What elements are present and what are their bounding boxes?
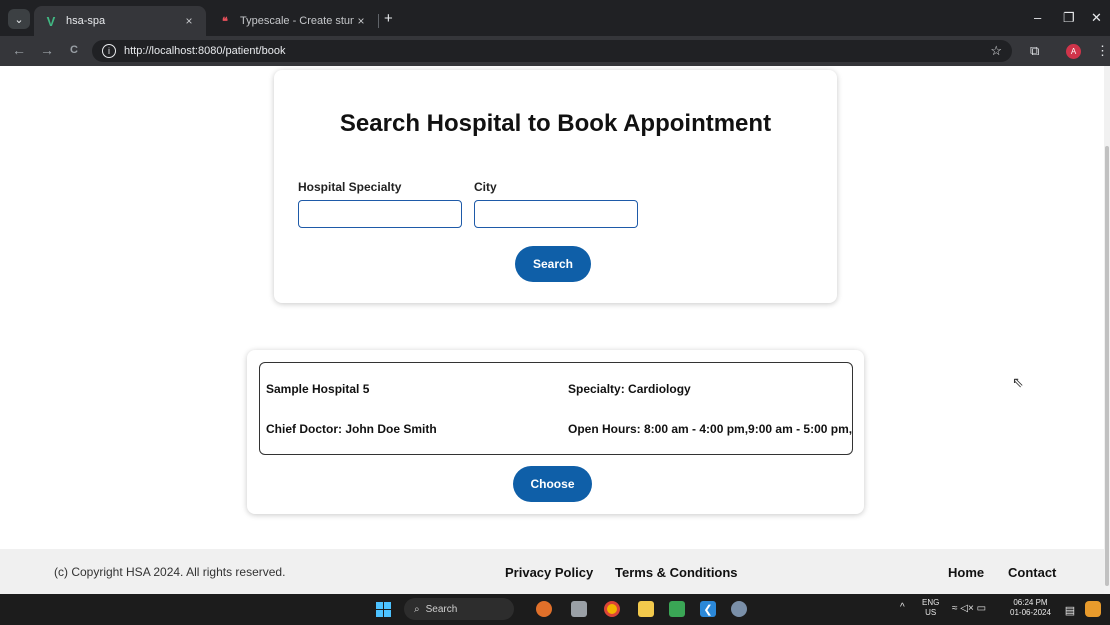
lang-bottom: US <box>925 608 937 617</box>
site-footer: (c) Copyright HSA 2024. All rights reser… <box>0 549 1104 594</box>
minimize-button[interactable]: – <box>1034 10 1041 25</box>
clock-time: 06:24 PM <box>1013 598 1048 607</box>
open-hours: Open Hours: 8:00 am - 4:00 pm,9:00 am - … <box>568 422 853 436</box>
hospital-specialty: Specialty: Cardiology <box>568 382 691 396</box>
forward-icon[interactable]: → <box>40 42 54 58</box>
widgets-icon[interactable] <box>536 601 552 617</box>
taskbar-search[interactable]: ⌕ Search <box>404 598 514 620</box>
specialty-label: Hospital Specialty <box>298 180 402 194</box>
browser-toolbar: ← → C i http://localhost:8080/patient/bo… <box>0 36 1110 66</box>
settings-gear-icon[interactable] <box>731 601 747 617</box>
chrome-icon[interactable] <box>604 601 620 617</box>
specialty-input[interactable] <box>298 200 462 228</box>
site-info-icon[interactable]: i <box>102 44 116 58</box>
clock[interactable]: 06:24 PM 01-06-2024 <box>1010 598 1051 618</box>
bookmark-star-icon[interactable]: ☆ <box>990 43 1002 59</box>
address-bar[interactable]: i http://localhost:8080/patient/book ☆ <box>92 40 1012 62</box>
restore-button[interactable]: ❐ <box>1063 10 1075 26</box>
hospital-name: Sample Hospital 5 <box>266 382 370 396</box>
tab-close-icon[interactable]: × <box>182 14 196 28</box>
back-icon[interactable]: ← <box>12 42 26 58</box>
city-input[interactable] <box>474 200 638 228</box>
lang-top: ENG <box>922 598 940 607</box>
vscode-icon[interactable]: ❮ <box>700 601 716 617</box>
wifi-volume-battery-icon[interactable]: ≈ ◁× ▭ <box>952 603 986 614</box>
chief-doctor: Chief Doctor: John Doe Smith <box>266 422 437 436</box>
search-button[interactable]: Search <box>515 246 591 282</box>
home-link[interactable]: Home <box>948 565 984 580</box>
tab-close-icon[interactable]: × <box>354 14 368 28</box>
notification-icon[interactable]: ▤ <box>1062 602 1078 618</box>
language-indicator[interactable]: ENG US <box>922 598 939 618</box>
page-scrollbar[interactable] <box>1104 66 1110 594</box>
tab-title: Typescale - Create stunning typ <box>240 15 354 27</box>
tab-typescale[interactable]: ❝ Typescale - Create stunning typ × <box>208 6 378 36</box>
typescale-favicon-icon: ❝ <box>222 15 228 28</box>
copyright-text: (c) Copyright HSA 2024. All rights reser… <box>54 565 286 579</box>
page-title: Search Hospital to Book Appointment <box>339 110 772 137</box>
terms-link[interactable]: Terms & Conditions <box>615 565 738 580</box>
search-icon: ⌕ <box>414 603 420 615</box>
hospital-details: Sample Hospital 5 Specialty: Cardiology … <box>259 362 853 455</box>
contact-link[interactable]: Contact <box>1008 565 1056 580</box>
tab-title: hsa-spa <box>66 15 106 27</box>
windows-taskbar: ⌕ Search ❮ ^ ENG US ≈ ◁× ▭ 06:24 PM 01-0… <box>0 594 1110 625</box>
tray-chevron-icon[interactable]: ^ <box>900 603 905 613</box>
browser-tabbar: ⌄ V hsa-spa × ❝ Typescale - Create stunn… <box>0 0 1110 36</box>
page-viewport: Search Hospital to Book Appointment Hosp… <box>0 66 1104 594</box>
file-explorer-icon[interactable] <box>638 601 654 617</box>
reload-icon[interactable]: C <box>70 44 78 56</box>
hospital-result-card: Sample Hospital 5 Specialty: Cardiology … <box>247 350 864 514</box>
city-label: City <box>474 180 497 194</box>
taskbar-search-label: Search <box>425 603 458 615</box>
extensions-icon[interactable]: ⧉ <box>1030 43 1039 59</box>
tab-search-button[interactable]: ⌄ <box>8 9 30 29</box>
close-window-button[interactable]: ✕ <box>1091 10 1102 26</box>
notepad-icon[interactable] <box>669 601 685 617</box>
new-tab-button[interactable]: + <box>384 11 393 26</box>
scrollbar-thumb[interactable] <box>1105 146 1109 586</box>
clock-date: 01-06-2024 <box>1010 608 1051 617</box>
tab-divider <box>378 14 379 28</box>
search-card: Search Hospital to Book Appointment Hosp… <box>274 70 837 303</box>
mouse-cursor-icon: ⇖ <box>1012 374 1024 390</box>
vue-favicon-icon: V <box>46 13 56 29</box>
browser-menu-icon[interactable]: ⋮ <box>1096 43 1109 59</box>
profile-avatar[interactable]: A <box>1066 44 1081 59</box>
tab-hsa-spa[interactable]: V hsa-spa × <box>34 6 206 36</box>
choose-button[interactable]: Choose <box>513 466 592 502</box>
task-view-icon[interactable] <box>571 601 587 617</box>
windows-start-icon[interactable] <box>376 602 391 617</box>
copilot-icon[interactable] <box>1085 601 1101 617</box>
privacy-policy-link[interactable]: Privacy Policy <box>505 565 593 580</box>
url-text[interactable]: http://localhost:8080/patient/book <box>124 45 990 57</box>
